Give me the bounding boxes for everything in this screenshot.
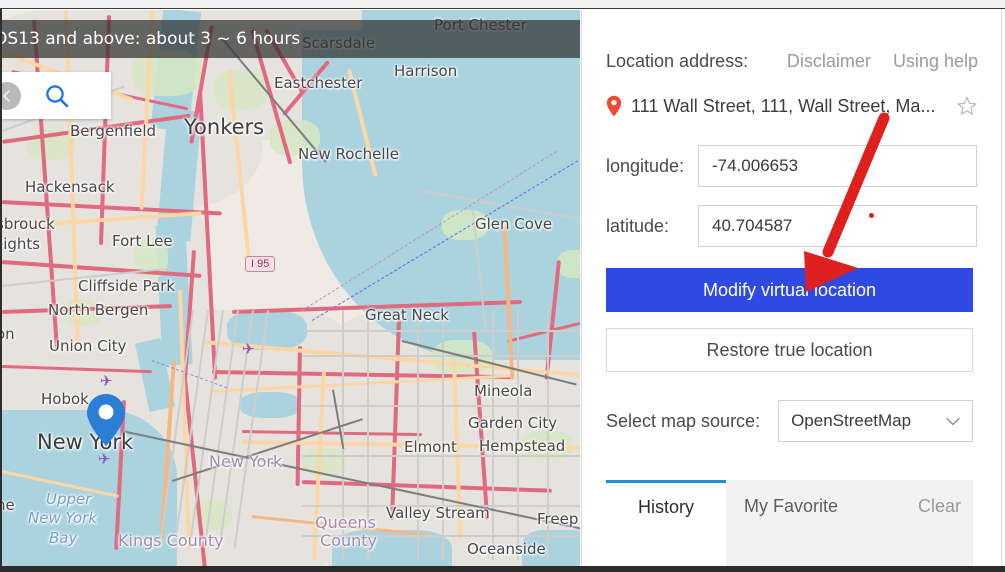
tab-my-favorite[interactable]: My Favorite bbox=[726, 480, 856, 532]
window-right-border bbox=[1001, 9, 1005, 572]
latitude-input[interactable] bbox=[698, 205, 977, 247]
longitude-input[interactable] bbox=[698, 145, 977, 187]
map-source-value: OpenStreetMap bbox=[791, 411, 912, 430]
clear-link[interactable]: Clear bbox=[918, 480, 961, 532]
panel-divider bbox=[581, 10, 582, 566]
map-source-row: Select map source: OpenStreetMap bbox=[606, 400, 974, 442]
chevron-down-icon bbox=[946, 417, 960, 425]
search-icon[interactable] bbox=[44, 83, 70, 109]
favorite-star-icon[interactable] bbox=[956, 95, 978, 117]
tab-history[interactable]: History bbox=[606, 480, 726, 532]
restore-true-location-button[interactable]: Restore true location bbox=[606, 328, 973, 372]
window-top-chrome bbox=[0, 0, 1005, 9]
app-window: I 95 ✈ ✈ ✈ ScarsdalePort ChesterEastches… bbox=[0, 0, 1005, 572]
address-text: 111 Wall Street, 111, Wall Street, Ma... bbox=[631, 95, 936, 116]
disclaimer-link[interactable]: Disclaimer bbox=[787, 51, 871, 72]
tabs-panel-body-active bbox=[606, 532, 726, 566]
map-banner-text: OS13 and above: about 3 ~ 6 hours bbox=[2, 29, 301, 49]
history-tabs: History My Favorite Clear bbox=[606, 480, 973, 566]
airport-icon: ✈ bbox=[100, 373, 113, 390]
map-info-banner: OS13 and above: about 3 ~ 6 hours bbox=[2, 20, 580, 58]
address-row: 111 Wall Street, 111, Wall Street, Ma... bbox=[606, 90, 978, 122]
map-view[interactable]: I 95 ✈ ✈ ✈ ScarsdalePort ChesterEastches… bbox=[2, 10, 580, 566]
map-pin-marker[interactable] bbox=[86, 393, 126, 447]
modify-virtual-location-button[interactable]: Modify virtual location bbox=[606, 268, 973, 312]
location-panel: Location address: Disclaimer Using help … bbox=[581, 10, 1001, 566]
using-help-link[interactable]: Using help bbox=[893, 51, 978, 72]
panel-header: Location address: Disclaimer Using help bbox=[606, 48, 978, 74]
airport-icon: ✈ bbox=[98, 451, 111, 468]
longitude-row: longitude: bbox=[606, 145, 977, 187]
airport-icon: ✈ bbox=[242, 341, 255, 358]
latitude-label: latitude: bbox=[606, 215, 670, 236]
highway-shield: I 95 bbox=[245, 256, 276, 272]
longitude-label: longitude: bbox=[606, 155, 685, 176]
location-pin-icon bbox=[606, 95, 622, 117]
map-source-select[interactable]: OpenStreetMap bbox=[778, 400, 974, 442]
red-annotation-dot bbox=[869, 213, 874, 218]
latitude-row: latitude: bbox=[606, 205, 977, 247]
back-chevron-icon bbox=[3, 90, 10, 102]
window-bottom-border bbox=[0, 566, 1005, 572]
map-source-label: Select map source: bbox=[606, 410, 761, 431]
page-title: Location address: bbox=[606, 50, 749, 71]
